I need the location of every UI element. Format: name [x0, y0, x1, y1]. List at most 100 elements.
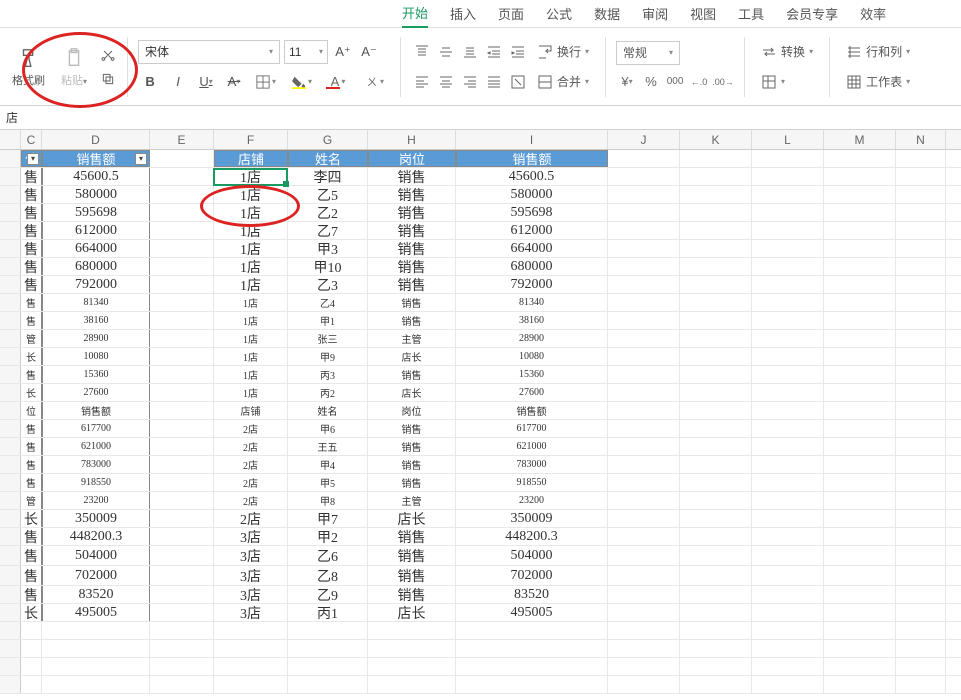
cell[interactable]: 3店 — [214, 604, 288, 621]
cell[interactable]: 680000 — [42, 258, 150, 275]
cell[interactable]: 83520 — [42, 586, 150, 603]
menu-data[interactable]: 数据 — [594, 0, 620, 27]
cell[interactable]: 2店 — [214, 438, 288, 455]
cell[interactable]: 乙2 — [288, 204, 368, 221]
cell[interactable]: 918550 — [456, 474, 608, 491]
cell[interactable]: 售 — [21, 294, 42, 311]
strikethrough-button[interactable]: A▾ — [222, 70, 246, 94]
cell[interactable]: 销售 — [368, 186, 456, 203]
cell[interactable]: 销售 — [368, 438, 456, 455]
align-middle-button[interactable] — [435, 41, 457, 63]
decrease-decimal-button[interactable]: ←.0 — [688, 71, 710, 93]
cell[interactable]: 销售 — [368, 366, 456, 383]
col-header-d[interactable]: D — [42, 130, 150, 149]
cell[interactable]: 612000 — [456, 222, 608, 239]
cell[interactable]: 长 — [21, 384, 42, 401]
menu-tools[interactable]: 工具 — [738, 0, 764, 27]
col-header-c[interactable]: C — [21, 130, 42, 149]
decrease-font-button[interactable]: A⁻ — [358, 41, 380, 63]
phonetic-button[interactable]: ㄨ▾ — [358, 70, 390, 94]
col-header-n[interactable]: N — [896, 130, 946, 149]
cell[interactable]: 595698 — [42, 204, 150, 221]
bold-button[interactable]: B — [138, 70, 162, 94]
percent-button[interactable]: % — [640, 71, 662, 93]
cell[interactable]: 10080 — [456, 348, 608, 365]
filter-icon[interactable]: ▾ — [27, 153, 39, 165]
cell[interactable]: 乙6 — [288, 546, 368, 565]
cell[interactable]: 81340 — [456, 294, 608, 311]
cell[interactable]: 45600.5 — [456, 168, 608, 185]
font-name-select[interactable]: 宋体▾ — [138, 40, 280, 64]
cell[interactable]: 甲8 — [288, 492, 368, 509]
cell[interactable]: 销售 — [368, 222, 456, 239]
cell[interactable]: 售 — [21, 222, 42, 239]
cell[interactable]: 销售 — [368, 474, 456, 491]
cell[interactable]: 621000 — [42, 438, 150, 455]
cell[interactable]: 1店 — [214, 294, 288, 311]
cell[interactable]: 乙9 — [288, 586, 368, 603]
cell[interactable]: 495005 — [42, 604, 150, 621]
header-cell-d[interactable]: 销售额▾ — [42, 150, 150, 167]
menu-efficiency[interactable]: 效率 — [860, 0, 886, 27]
cell[interactable]: 售 — [21, 474, 42, 491]
cell[interactable]: 2店 — [214, 510, 288, 527]
row-col-button[interactable]: 行和列▾ — [840, 40, 916, 64]
cell[interactable]: 580000 — [456, 186, 608, 203]
cell[interactable]: 销售 — [368, 566, 456, 585]
cell[interactable]: 销售额 — [456, 402, 608, 419]
cell[interactable]: 丙1 — [288, 604, 368, 621]
col-header-h[interactable]: H — [368, 130, 456, 149]
currency-button[interactable]: ¥▾ — [616, 71, 638, 93]
cell[interactable]: 销售 — [368, 204, 456, 221]
menu-insert[interactable]: 插入 — [450, 0, 476, 27]
header-cell-h[interactable]: 岗位 — [368, 150, 456, 167]
cell[interactable]: 783000 — [42, 456, 150, 473]
cell[interactable]: 2店 — [214, 492, 288, 509]
header-cell-g[interactable]: 姓名 — [288, 150, 368, 167]
cell[interactable]: 38160 — [456, 312, 608, 329]
filter-icon[interactable]: ▾ — [135, 153, 147, 165]
cell[interactable]: 主管 — [368, 492, 456, 509]
cell[interactable]: 792000 — [42, 276, 150, 293]
cell[interactable]: 售 — [21, 438, 42, 455]
cell[interactable]: 3店 — [214, 528, 288, 545]
cell[interactable]: 乙3 — [288, 276, 368, 293]
cell[interactable]: 销售 — [368, 528, 456, 545]
cell[interactable]: 销售 — [368, 586, 456, 603]
cell[interactable]: 15360 — [456, 366, 608, 383]
border-button[interactable]: ▾ — [250, 70, 282, 94]
cell[interactable]: 27600 — [456, 384, 608, 401]
align-left-button[interactable] — [411, 71, 433, 93]
cell[interactable]: 28900 — [42, 330, 150, 347]
cell[interactable]: 售 — [21, 420, 42, 437]
cell[interactable]: 28900 — [456, 330, 608, 347]
cell[interactable]: 售 — [21, 312, 42, 329]
cell[interactable]: 504000 — [456, 546, 608, 565]
cell[interactable]: 姓名 — [288, 402, 368, 419]
cell[interactable]: 23200 — [42, 492, 150, 509]
cell[interactable]: 702000 — [42, 566, 150, 585]
cell[interactable]: 销售 — [368, 456, 456, 473]
cell[interactable]: 销售 — [368, 258, 456, 275]
cell[interactable]: 448200.3 — [42, 528, 150, 545]
cell[interactable]: 甲3 — [288, 240, 368, 257]
header-cell-f[interactable]: 店铺 — [214, 150, 288, 167]
cell[interactable]: 580000 — [42, 186, 150, 203]
cell[interactable]: 617700 — [42, 420, 150, 437]
cell[interactable]: 495005 — [456, 604, 608, 621]
cell[interactable]: 2店 — [214, 456, 288, 473]
cell[interactable]: 448200.3 — [456, 528, 608, 545]
cell[interactable]: 售 — [21, 456, 42, 473]
align-top-button[interactable] — [411, 41, 433, 63]
cell[interactable]: 甲9 — [288, 348, 368, 365]
cell[interactable]: 售 — [21, 168, 42, 185]
cell[interactable]: 1店 — [214, 276, 288, 293]
cell[interactable]: 1店 — [214, 240, 288, 257]
cell[interactable]: 甲10 — [288, 258, 368, 275]
cell[interactable]: 甲5 — [288, 474, 368, 491]
cell[interactable]: 售 — [21, 204, 42, 221]
name-box[interactable]: 店 — [0, 106, 961, 130]
fill-color-button[interactable]: ▾ — [286, 70, 318, 94]
cell[interactable]: 1店 — [214, 168, 288, 185]
cell[interactable]: 1店 — [214, 366, 288, 383]
